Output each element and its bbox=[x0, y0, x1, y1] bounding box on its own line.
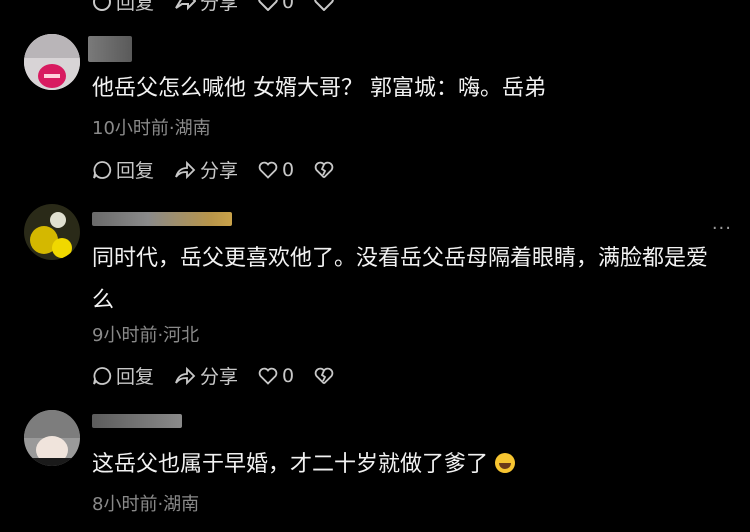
share-button[interactable]: 分享 bbox=[174, 362, 238, 389]
avatar[interactable] bbox=[24, 204, 80, 260]
reply-label: 回复 bbox=[116, 366, 155, 388]
reply-icon bbox=[93, 160, 112, 179]
like-count: 0 bbox=[282, 158, 295, 181]
dislike-button[interactable] bbox=[314, 0, 338, 11]
share-icon bbox=[175, 366, 196, 385]
heart-icon bbox=[258, 0, 278, 11]
reply-button[interactable]: 回复 bbox=[92, 0, 154, 15]
avatar-image bbox=[24, 410, 80, 466]
reply-icon bbox=[93, 0, 111, 11]
dislike-button[interactable] bbox=[314, 367, 338, 385]
like-count: 0 bbox=[282, 0, 295, 13]
comment-text: 这岳父也属于早婚，才二十岁就做了爹了 bbox=[92, 444, 720, 486]
reply-button[interactable]: 回复 bbox=[92, 362, 154, 389]
action-row: 回复 分享 0 bbox=[92, 156, 358, 183]
laughing-emoji-icon bbox=[495, 453, 516, 473]
broken-heart-icon bbox=[314, 0, 334, 11]
share-icon bbox=[175, 160, 196, 179]
broken-heart-icon bbox=[314, 161, 334, 178]
comment-meta: 10小时前·湖南 bbox=[92, 118, 211, 139]
share-icon bbox=[175, 0, 197, 10]
heart-icon bbox=[258, 367, 278, 385]
reply-button[interactable]: 回复 bbox=[92, 156, 154, 183]
reply-label: 回复 bbox=[116, 0, 155, 14]
comment-meta: 9小时前·河北 bbox=[92, 325, 200, 346]
avatar[interactable] bbox=[24, 410, 80, 466]
more-options-button[interactable]: ··· bbox=[712, 218, 732, 239]
comment-text: 他岳父怎么喊他 女婿大哥？ 郭富城：嗨。岳弟 bbox=[92, 76, 546, 101]
avatar-image bbox=[24, 204, 80, 260]
like-button[interactable]: 0 bbox=[258, 159, 294, 181]
dislike-button[interactable] bbox=[314, 161, 338, 179]
username-blurred[interactable] bbox=[92, 212, 232, 226]
comment-text-content: 这岳父也属于早婚，才二十岁就做了爹了 bbox=[92, 452, 489, 477]
top-action-row: 回复 分享 0 bbox=[92, 0, 358, 15]
heart-icon bbox=[258, 161, 278, 179]
reply-icon bbox=[93, 366, 112, 385]
broken-heart-icon bbox=[314, 367, 334, 384]
share-label: 分享 bbox=[200, 366, 239, 388]
like-button[interactable]: 0 bbox=[258, 365, 294, 387]
action-row: 回复 分享 0 bbox=[92, 362, 358, 389]
avatar-image bbox=[24, 34, 80, 90]
like-count: 0 bbox=[282, 364, 295, 387]
share-label: 分享 bbox=[200, 0, 239, 14]
avatar[interactable] bbox=[24, 34, 80, 90]
comment-meta: 8小时前·湖南 bbox=[92, 494, 200, 515]
like-button[interactable]: 0 bbox=[258, 0, 294, 13]
share-label: 分享 bbox=[200, 160, 239, 182]
username-blurred[interactable] bbox=[88, 36, 132, 62]
username-blurred[interactable] bbox=[92, 414, 182, 428]
reply-label: 回复 bbox=[116, 160, 155, 182]
comment-text: 同时代，岳父更喜欢他了。没看岳父岳母隔着眼睛，满脸都是爱么 bbox=[92, 246, 709, 313]
share-button[interactable]: 分享 bbox=[174, 156, 238, 183]
share-button[interactable]: 分享 bbox=[174, 0, 238, 15]
